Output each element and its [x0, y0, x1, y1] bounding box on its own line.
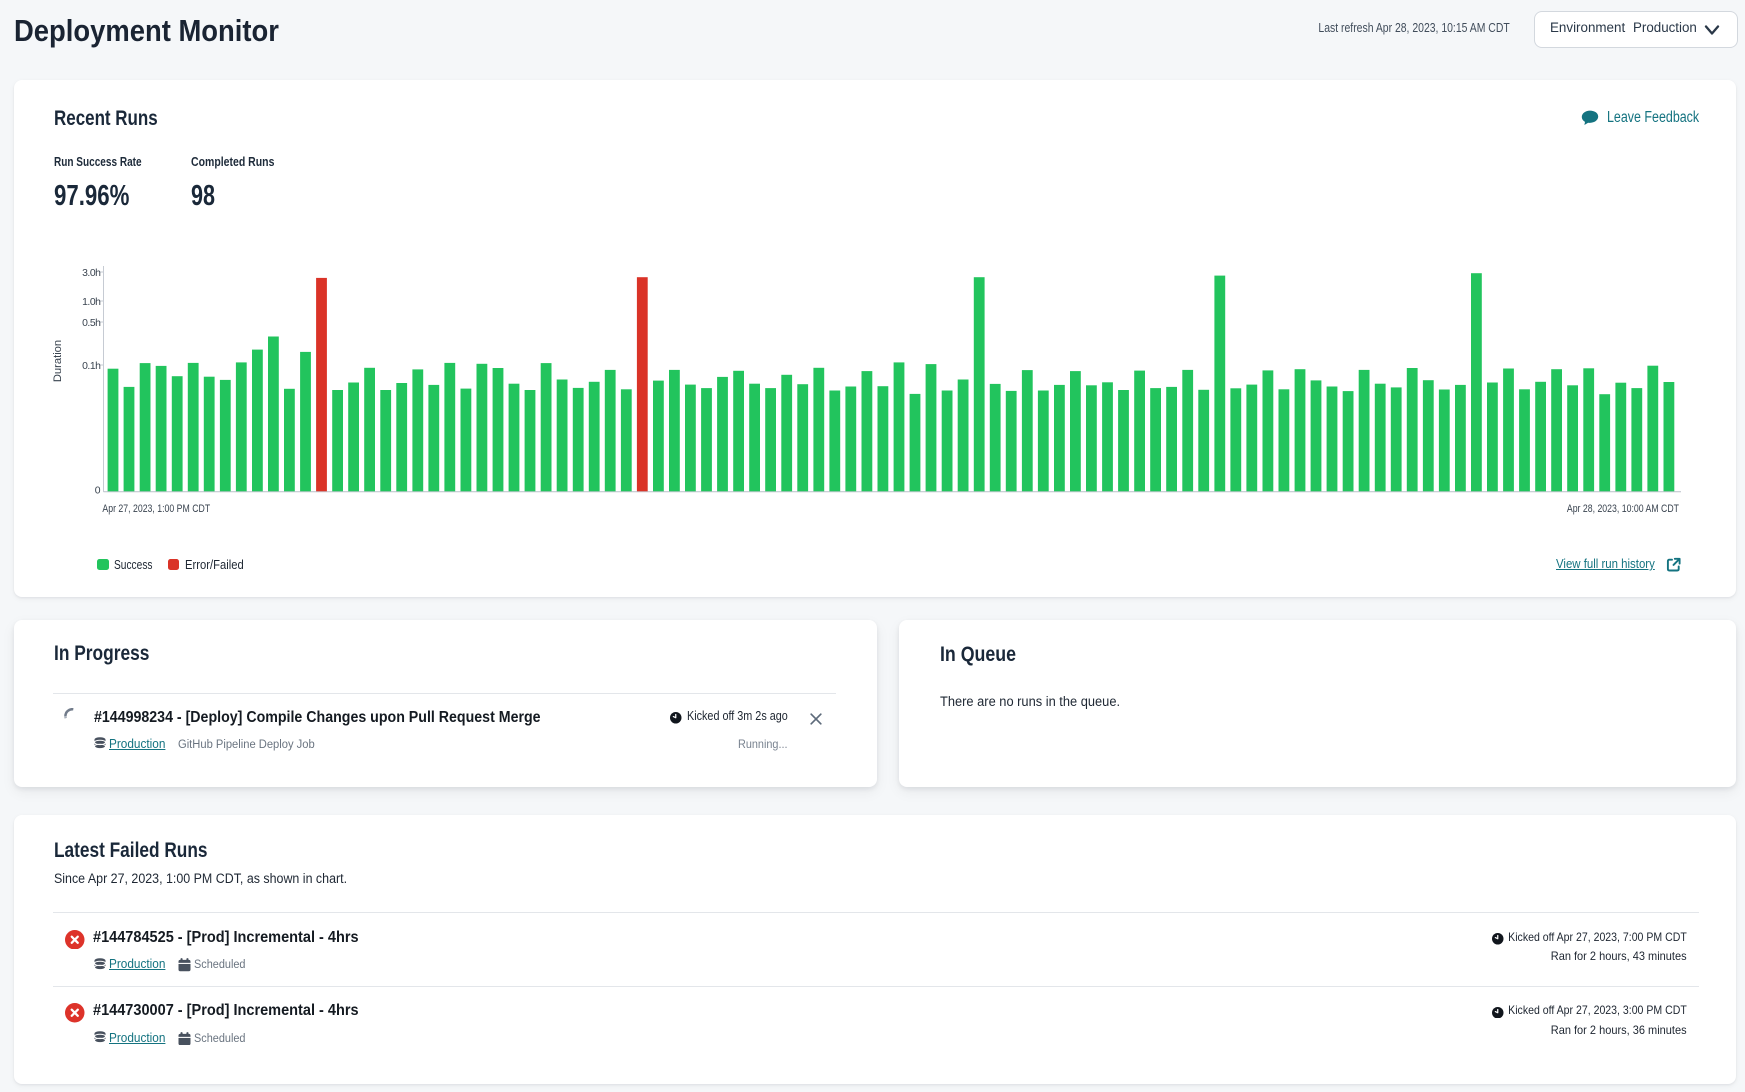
svg-text:0.1h: 0.1h — [82, 361, 101, 372]
svg-text:0.5h: 0.5h — [82, 318, 101, 329]
svg-text:Apr 28, 2023, 10:00 AM CDT: Apr 28, 2023, 10:00 AM CDT — [1567, 503, 1679, 515]
svg-text:1.0h: 1.0h — [82, 297, 101, 308]
svg-text:Duration: Duration — [52, 340, 64, 382]
svg-text:Apr 27, 2023, 1:00 PM CDT: Apr 27, 2023, 1:00 PM CDT — [102, 503, 210, 515]
svg-text:0: 0 — [95, 486, 101, 497]
svg-text:3.0h: 3.0h — [82, 268, 101, 279]
